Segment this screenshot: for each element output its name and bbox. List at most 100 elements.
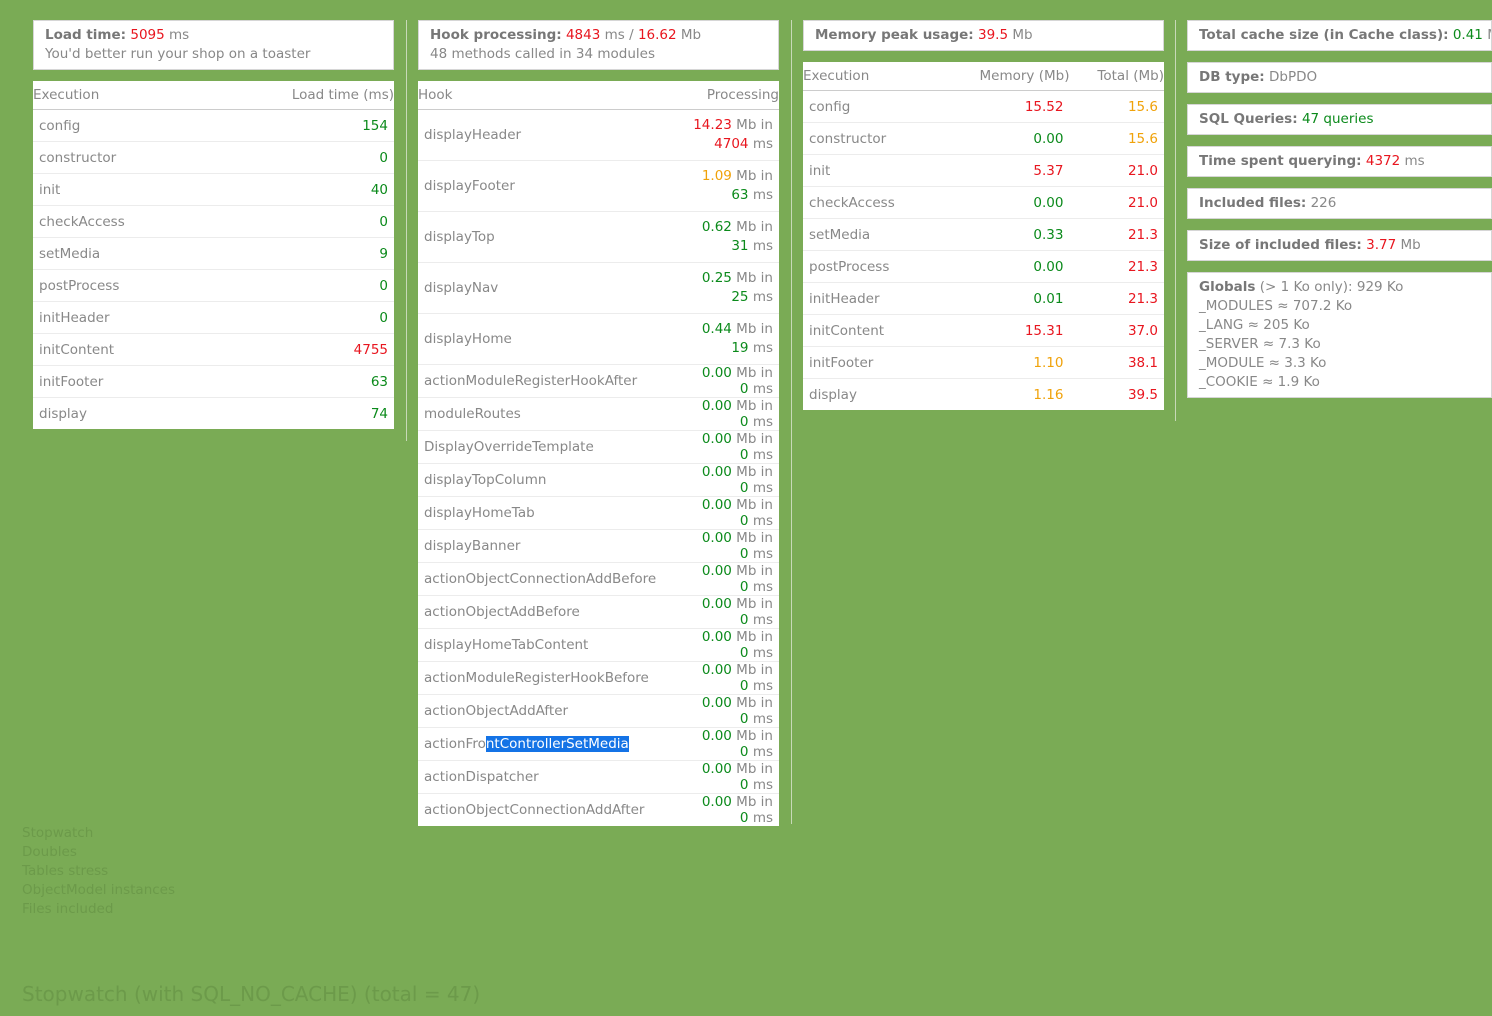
hook-name: actionFrontControllerSetMedia [418, 727, 687, 761]
table-row: actionModuleRegisterHookAfter 0.00 Mb in … [418, 364, 779, 398]
mem-total: 38.1 [1069, 346, 1164, 379]
table-row: displayBanner 0.00 Mb in 0 ms [418, 529, 779, 563]
mem-value: 0.00 [941, 186, 1070, 219]
hook-ms-unit: ms [752, 136, 773, 152]
hook-processing: 0.00 Mb in 0 ms [687, 397, 779, 431]
hook-mem: 0.00 [701, 530, 732, 546]
mem-total: 15.6 [1069, 90, 1164, 123]
table-row: setMedia 9 [33, 237, 394, 270]
link-doubles[interactable]: Doubles [22, 843, 175, 862]
sql-queries-value: 47 queries [1301, 111, 1374, 127]
table-row: displayHomeTab 0.00 Mb in 0 ms [418, 496, 779, 530]
hook-time: 0 [739, 810, 749, 826]
hook-mem: 0.00 [701, 596, 732, 612]
cache-size-label: Total cache size (in Cache class) [1199, 27, 1444, 43]
mem-name: checkAccess [803, 186, 942, 219]
hook-time: 0 [739, 744, 749, 760]
hook-ms-unit: ms [752, 612, 773, 628]
hook-processing: 0.00 Mb in 0 ms [687, 529, 779, 563]
globals-item: _MODULE ≈ 3.3 Ko [1199, 355, 1327, 371]
hook-name: displayTop [418, 211, 687, 263]
mem-name: config [803, 90, 942, 123]
load-time-label: Load time [45, 27, 121, 43]
hook-mb-in: Mb in [736, 563, 773, 579]
hook-mem: 0.25 [701, 270, 732, 286]
hook-mb-in: Mb in [736, 761, 773, 777]
link-tables-stress[interactable]: Tables stress [22, 862, 175, 881]
exec-name: postProcess [33, 269, 210, 302]
hook-mb-in: Mb in [736, 530, 773, 546]
column-divider [406, 20, 407, 441]
sql-queries-label: SQL Queries [1199, 111, 1293, 127]
hook-processing: 0.00 Mb in 0 ms [687, 727, 779, 761]
hook-mem: 0.00 [701, 464, 732, 480]
hook-header-hook: Hook [418, 81, 687, 110]
table-row: displayTopColumn 0.00 Mb in 0 ms [418, 463, 779, 497]
exec-name: constructor [33, 141, 210, 174]
hook-mem: 0.00 [701, 398, 732, 414]
included-files-value: 226 [1310, 195, 1337, 211]
table-row: initFooter 63 [33, 365, 394, 398]
load-time-unit: ms [169, 27, 190, 43]
hook-mb-in: Mb in [736, 431, 773, 447]
exec-value: 0 [209, 301, 394, 334]
hook-time: 19 [731, 340, 749, 356]
table-row: displayHeader 14.23 Mb in 4704 ms [418, 109, 779, 161]
table-row: setMedia 0.33 21.3 [803, 218, 1164, 251]
stats-column: Total cache size (in Cache class): 0.41 … [1187, 20, 1492, 409]
hook-name: displayHomeTab [418, 496, 687, 530]
hook-header-processing: Processing [687, 81, 779, 110]
hook-mb-in: Mb in [736, 168, 773, 184]
exec-name: config [33, 109, 210, 142]
hook-mb-in: Mb in [736, 629, 773, 645]
hook-processing: 0.00 Mb in 0 ms [687, 661, 779, 695]
table-row: initContent 4755 [33, 333, 394, 366]
hook-time: 0 [739, 579, 749, 595]
hook-processing: 0.62 Mb in 31 ms [687, 211, 779, 263]
table-row: config 154 [33, 109, 394, 142]
hook-time: 0 [739, 678, 749, 694]
hook-sep: / [624, 27, 638, 43]
hook-ms-unit: ms [752, 513, 773, 529]
hook-mb-in: Mb in [736, 497, 773, 513]
hook-time: 0 [739, 447, 749, 463]
hook-processing: 0.25 Mb in 25 ms [687, 262, 779, 314]
link-files-included[interactable]: Files included [22, 900, 175, 919]
mem-name: setMedia [803, 218, 942, 251]
table-row: initHeader 0 [33, 301, 394, 334]
globals-box: Globals (> 1 Ko only): 929 Ko _MODULES ≈… [1187, 272, 1492, 398]
db-type-label: DB type [1199, 69, 1260, 85]
hook-name: displayBanner [418, 529, 687, 563]
table-row: displayHomeTabContent 0.00 Mb in 0 ms [418, 628, 779, 662]
hook-mem: 0.00 [701, 431, 732, 447]
hook-time: 0 [739, 480, 749, 496]
link-objectmodel-instances[interactable]: ObjectModel instances [22, 881, 175, 900]
table-row: actionObjectAddAfter 0.00 Mb in 0 ms [418, 694, 779, 728]
db-type-box: DB type: DbPDO [1187, 62, 1492, 93]
mem-value: 15.52 [941, 90, 1070, 123]
hook-mem: 0.00 [701, 761, 732, 777]
mem-total: 21.0 [1069, 186, 1164, 219]
hook-name: displayTopColumn [418, 463, 687, 497]
hook-mem: 1.09 [701, 168, 732, 184]
table-row: constructor 0 [33, 141, 394, 174]
hook-ms-unit: ms [752, 414, 773, 430]
link-stopwatch[interactable]: Stopwatch [22, 824, 175, 843]
column-divider [791, 20, 792, 824]
memory-label: Memory peak usage [815, 27, 969, 43]
hook-mem: 0.44 [701, 321, 732, 337]
mem-total: 21.0 [1069, 154, 1164, 187]
mem-name: initContent [803, 314, 942, 347]
hook-time: 0 [739, 777, 749, 793]
hook-time-unit: ms [604, 27, 625, 43]
table-row: initFooter 1.10 38.1 [803, 346, 1164, 379]
hook-ms-unit: ms [752, 579, 773, 595]
execution-time-table: Execution Load time (ms) config 154 constr… [33, 81, 394, 429]
hook-mem: 0.00 [701, 497, 732, 513]
hook-mb-in: Mb in [736, 398, 773, 414]
mem-total: 37.0 [1069, 314, 1164, 347]
exec-value: 9 [209, 237, 394, 270]
table-row: actionObjectAddBefore 0.00 Mb in 0 ms [418, 595, 779, 629]
hook-mem-value: 16.62 [637, 27, 677, 43]
hook-ms-unit: ms [752, 546, 773, 562]
